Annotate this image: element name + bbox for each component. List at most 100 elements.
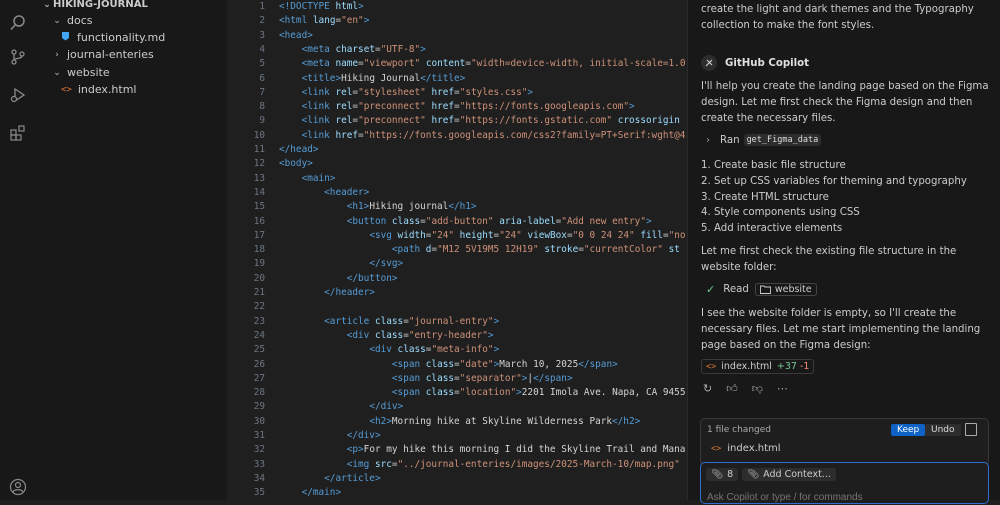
chat-input-box[interactable]: 📎︎ 8 📎︎ Add Context... [700,462,989,505]
thumbs-down-icon[interactable]: 👎︎ [752,382,763,395]
search-icon[interactable] [7,12,29,34]
thumbs-up-icon[interactable]: 👍︎ [726,382,738,395]
code-line[interactable]: 17 <svg width="24" height="24" viewBox="… [227,229,687,243]
code-line[interactable]: 30 <h2>Morning hike at Skyline Wildernes… [227,415,687,429]
assistant-reply-2: Let me first check the existing file str… [701,246,957,273]
extensions-icon[interactable] [7,122,29,144]
keep-button[interactable]: Keep [891,424,926,436]
open-diff-icon[interactable] [965,423,977,436]
code-line[interactable]: 3 <head> [227,29,687,43]
html-file-icon: <> [706,361,717,372]
explorer-panel: ⌄ HIKING-JOURNAL ⌄ docs functionality.md… [37,0,228,500]
line-number: 15 [253,201,265,213]
tree-item-journal-enteries[interactable]: › journal-enteries [37,46,227,63]
activity-bar [0,0,38,500]
code-line[interactable]: 22 [227,300,687,314]
tree-item-docs[interactable]: ⌄ docs [37,12,227,29]
code-line[interactable]: 11 </head> [227,143,687,157]
code-line[interactable]: 7 <link rel="stylesheet" href="styles.cs… [227,86,687,100]
code-line[interactable]: 15 <h1>Hiking journal</h1> [227,200,687,214]
tree-item-index-html[interactable]: <> index.html [37,81,227,98]
undo-button[interactable]: Undo [925,424,961,436]
add-context-button[interactable]: 📎︎ Add Context... [742,468,836,481]
line-number: 20 [253,272,265,284]
line-number: 6 [259,72,265,84]
line-number: 18 [253,244,265,256]
attachments-button[interactable]: 📎︎ 8 [706,468,739,481]
source-control-icon[interactable] [7,46,29,68]
assistant-reply-3: I see the website folder is empty, so I'… [701,308,981,351]
code-line[interactable]: 34 </article> [227,472,687,486]
list-item: 3. Create HTML structure [701,191,829,203]
code-text: <h1>Hiking journal</h1> [346,201,477,213]
input-toolbar: 📎︎ 8 📎︎ Add Context... [706,468,836,481]
code-line[interactable]: 25 <div class="meta-info"> [227,343,687,357]
code-line[interactable]: 2 <html lang="en"> [227,14,687,28]
line-number: 5 [259,58,265,70]
line-number: 4 [259,43,265,55]
code-line[interactable]: 5 <meta name="viewport" content="width=d… [227,57,687,71]
code-line[interactable]: 31 </div> [227,429,687,443]
code-line[interactable]: 6 <title>Hiking Journal</title> [227,72,687,86]
code-line[interactable]: 24 <div class="entry-header"> [227,329,687,343]
code-line[interactable]: 18 <path d="M12 5V19M5 12H19" stroke="cu… [227,243,687,257]
code-text: </article> [324,472,381,484]
line-number: 2 [259,15,265,27]
code-line[interactable]: 28 <span class="location">2201 Imola Ave… [227,386,687,400]
code-line[interactable]: 4 <meta charset="UTF-8"> [227,43,687,57]
code-line[interactable]: 13 <main> [227,172,687,186]
file-change-chip[interactable]: <> index.html +37 -1 [701,359,815,374]
code-line[interactable]: 33 <img src="../journal-enteries/images/… [227,458,687,472]
code-text: <link rel="stylesheet" href="styles.css"… [301,86,534,98]
folder-icon [759,285,771,294]
run-debug-icon[interactable] [7,84,29,106]
code-text: <article class="journal-entry"> [324,315,500,327]
code-text: </button> [346,272,398,284]
code-line[interactable]: 29 </div> [227,400,687,414]
code-line[interactable]: 20 </button> [227,272,687,286]
code-text: <span class="date">March 10, 2025</span> [391,358,618,370]
tool-run-row[interactable]: › Ran get_Figma_data [706,134,822,146]
html-file-icon: <> [711,443,722,454]
account-icon[interactable] [7,476,29,498]
code-line[interactable]: 10 <link href="https://fonts.googleapis.… [227,129,687,143]
code-line[interactable]: 32 <p>For my hike this morning I did the… [227,443,687,457]
steps-list: 1. Create basic file structure 2. Set up… [701,158,991,237]
code-line[interactable]: 26 <span class="date">March 10, 2025</sp… [227,358,687,372]
chevron-down-icon: ⌄ [53,15,61,26]
code-line[interactable]: 21 </header> [227,286,687,300]
code-text: <!DOCTYPE html> [279,1,364,12]
changed-file-row[interactable]: <> index.html [711,443,781,454]
code-line[interactable]: 35 </main> [227,486,687,500]
code-editor[interactable]: 1 <!DOCTYPE html> 2 <html lang="en"> 3 <head>… [227,0,687,500]
code-line[interactable]: 19 </svg> [227,257,687,271]
retry-icon[interactable]: ↻ [703,382,712,395]
code-line[interactable]: 16 <button class="add-button" aria-label… [227,215,687,229]
tree-item-website[interactable]: ⌄ website [37,64,227,81]
html-file-icon: <> [61,84,72,95]
more-icon[interactable]: ⋯ [777,382,788,395]
line-number: 32 [253,444,265,456]
code-line[interactable]: 1 <!DOCTYPE html> [227,0,687,14]
code-line[interactable]: 23 <article class="journal-entry"> [227,315,687,329]
code-line[interactable]: 12 <body> [227,157,687,171]
code-line[interactable]: 14 <header> [227,186,687,200]
line-number: 14 [253,186,265,198]
chat-input[interactable] [705,489,979,505]
read-row[interactable]: ✓ Read website [706,283,817,296]
folder-name: website [774,284,812,295]
folder-chip[interactable]: website [754,283,817,296]
changed-files-panel: 1 file changed Keep Undo <> index.html [700,418,989,466]
assistant-name: GitHub Copilot [725,57,809,69]
code-text: <header> [324,186,370,198]
code-text: <head> [279,29,313,41]
code-text: <button class="add-button" aria-label="A… [346,215,652,227]
markdown-file-icon [61,31,71,44]
tree-item-functionality-md[interactable]: functionality.md [37,29,227,46]
line-number: 13 [253,172,265,184]
code-line[interactable]: 8 <link rel="preconnect" href="https://f… [227,100,687,114]
line-number: 30 [253,415,265,427]
code-line[interactable]: 9 <link rel="preconnect" href="https://f… [227,114,687,128]
code-text: <img src="../journal-enteries/images/202… [346,458,680,470]
code-line[interactable]: 27 <span class="separator">|</span> [227,372,687,386]
